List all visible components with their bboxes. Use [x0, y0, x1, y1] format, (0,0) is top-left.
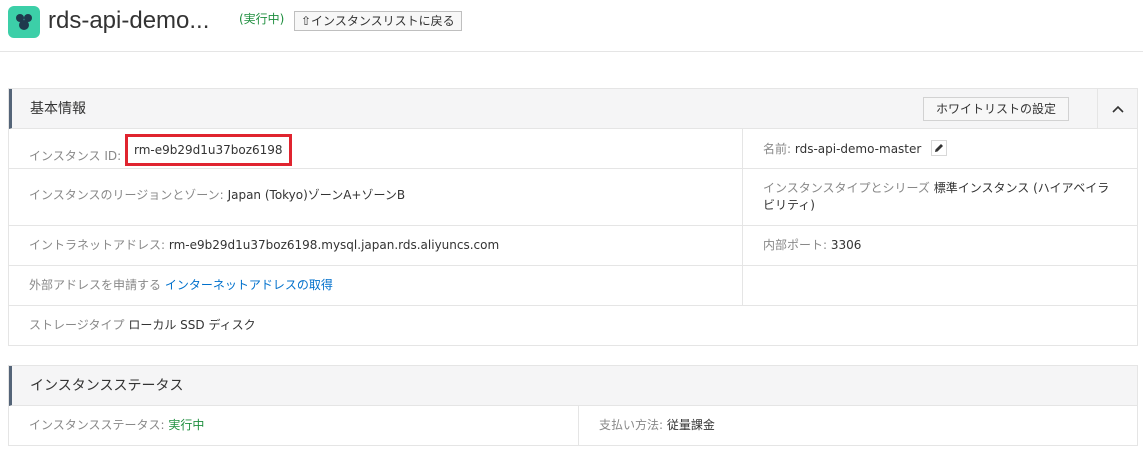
info-row-instance-id: インスタンス ID: rm-e9b29d1u37boz6198 名前: rds-…	[9, 129, 1137, 169]
edit-pencil-icon[interactable]	[931, 140, 948, 156]
info-row-storage: ストレージタイプ ローカル SSD ディスク	[9, 306, 1137, 345]
payment-cell: 支払い方法: 従量課金	[579, 406, 1137, 445]
empty-cell	[743, 266, 1137, 305]
instance-status-header: インスタンスステータス	[9, 366, 1137, 406]
name-label: 名前:	[763, 142, 792, 156]
info-row-intranet: イントラネットアドレス: rm-e9b29d1u37boz6198.mysql.…	[9, 226, 1137, 266]
region-label: インスタンスのリージョンとゾーン:	[29, 188, 224, 202]
storage-value: ローカル SSD ディスク	[128, 318, 256, 332]
name-value: rds-api-demo-master	[794, 142, 922, 156]
region-cell: インスタンスのリージョンとゾーン: Japan (Tokyo)ゾーンA+ゾーンB	[9, 169, 743, 225]
instance-id-label: インスタンス ID:	[29, 149, 122, 163]
port-value: 3306	[830, 238, 862, 252]
status-badge: (実行中)	[239, 12, 285, 26]
rds-app-icon	[8, 6, 40, 38]
chevron-up-icon	[1112, 105, 1124, 113]
status-value: 実行中	[168, 418, 205, 432]
whitelist-settings-button[interactable]: ホワイトリストの設定	[922, 97, 1069, 121]
page-header: rds-api-demo... (実行中) ⇧インスタンスリストに戻る	[0, 0, 1143, 52]
payment-label: 支払い方法:	[599, 418, 664, 432]
status-cell: インスタンスステータス: 実行中	[9, 406, 579, 445]
instance-status-title: インスタンスステータス	[30, 378, 184, 394]
page-title: rds-api-demo...	[48, 7, 210, 34]
intranet-label: イントラネットアドレス:	[29, 238, 166, 252]
intranet-cell: イントラネットアドレス: rm-e9b29d1u37boz6198.mysql.…	[9, 226, 743, 265]
status-label: インスタンスステータス:	[29, 418, 165, 432]
instance-type-cell: インスタンスタイプとシリーズ 標準インスタンス (ハイアベイラビリティ)	[743, 169, 1137, 225]
intranet-value: rm-e9b29d1u37boz6198.mysql.japan.rds.ali…	[168, 238, 500, 252]
port-label: 内部ポート:	[763, 238, 828, 252]
name-cell: 名前: rds-api-demo-master	[743, 129, 1137, 168]
info-row-external: 外部アドレスを申請する インターネットアドレスの取得	[9, 266, 1137, 306]
back-to-instance-list-button[interactable]: ⇧インスタンスリストに戻る	[294, 11, 462, 31]
collapse-toggle[interactable]	[1097, 89, 1137, 129]
basic-info-panel: 基本情報 ホワイトリストの設定 インスタンス ID: rm-e9b29d1u37…	[8, 88, 1138, 346]
payment-value: 従量課金	[666, 418, 715, 432]
storage-label: ストレージタイプ	[29, 318, 125, 332]
port-cell: 内部ポート: 3306	[743, 226, 1137, 265]
storage-cell: ストレージタイプ ローカル SSD ディスク	[9, 306, 1137, 345]
instance-status-panel: インスタンスステータス インスタンスステータス: 実行中 支払い方法: 従量課金	[8, 365, 1138, 446]
instance-id-cell: インスタンス ID: rm-e9b29d1u37boz6198	[9, 129, 743, 168]
instance-id-value: rm-e9b29d1u37boz6198	[125, 134, 292, 166]
status-row: インスタンスステータス: 実行中 支払い方法: 従量課金	[9, 406, 1137, 445]
instance-type-label: インスタンスタイプとシリーズ	[763, 181, 930, 195]
external-cell: 外部アドレスを申請する インターネットアドレスの取得	[9, 266, 743, 305]
basic-info-title: 基本情報	[30, 101, 86, 117]
region-value: Japan (Tokyo)ゾーンA+ゾーンB	[227, 188, 406, 202]
basic-info-header: 基本情報 ホワイトリストの設定	[9, 89, 1137, 129]
info-row-region: インスタンスのリージョンとゾーン: Japan (Tokyo)ゾーンA+ゾーンB…	[9, 169, 1137, 226]
get-internet-address-link[interactable]: インターネットアドレスの取得	[165, 278, 333, 292]
external-label: 外部アドレスを申請する	[29, 278, 162, 292]
